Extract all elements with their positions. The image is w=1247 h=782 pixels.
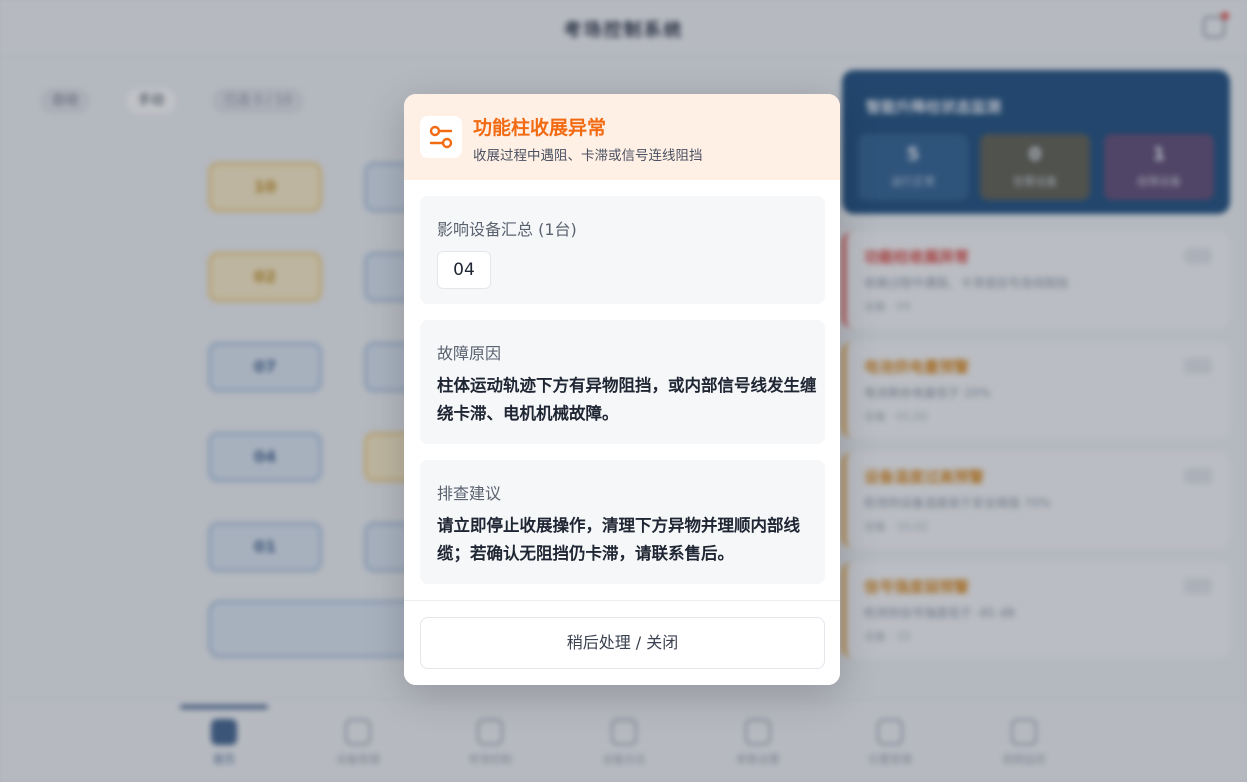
dialog-title: 功能柱收展异常: [473, 117, 607, 139]
cause-label: 故障原因: [437, 344, 502, 363]
affected-devices-card: 影响设备汇总 (1台) 04: [420, 196, 825, 304]
advice-label: 排查建议: [437, 484, 502, 503]
dialog-footer: 稍后处理 / 关闭: [404, 600, 840, 685]
advice-text: 请立即停止收展操作，清理下方异物并理顺内部线缆；若确认无阻挡仍卡滞，请联系售后。: [437, 516, 800, 563]
advice-card: 排查建议 请立即停止收展操作，清理下方异物并理顺内部线缆；若确认无阻挡仍卡滞，请…: [420, 460, 825, 584]
dialog-header: 功能柱收展异常 收展过程中遇阻、卡滞或信号连线阻挡: [404, 94, 840, 180]
cause-card: 故障原因 柱体运动轨迹下方有异物阻挡，或内部信号线发生缠绕卡滞、电机机械故障。: [420, 320, 825, 444]
dialog-subtitle: 收展过程中遇阻、卡滞或信号连线阻挡: [473, 148, 703, 164]
cause-text: 柱体运动轨迹下方有异物阻挡，或内部信号线发生缠绕卡滞、电机机械故障。: [437, 376, 817, 423]
affected-devices-label: 影响设备汇总 (1台): [437, 220, 577, 239]
device-chip: 04: [437, 251, 491, 289]
fault-detail-dialog: 功能柱收展异常 收展过程中遇阻、卡滞或信号连线阻挡 影响设备汇总 (1台) 04…: [404, 94, 840, 685]
toggle-slider-icon: [420, 116, 462, 158]
close-button[interactable]: 稍后处理 / 关闭: [420, 617, 825, 669]
